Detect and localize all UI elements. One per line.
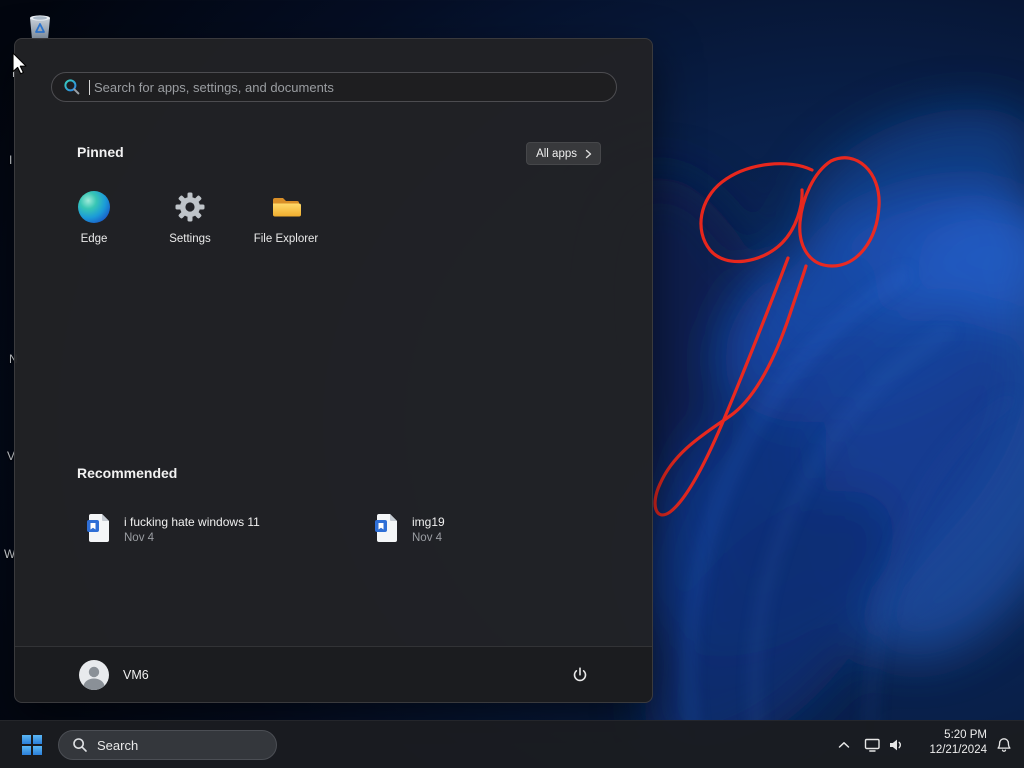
taskbar-search[interactable]: Search — [58, 730, 277, 760]
recommended-item[interactable]: img19 Nov 4 — [371, 507, 659, 550]
recommended-item-date: Nov 4 — [412, 532, 443, 544]
start-button[interactable] — [12, 725, 52, 765]
taskbar-search-label: Search — [97, 737, 139, 753]
clock-time: 5:20 PM — [944, 729, 987, 741]
taskbar: Search 5:20 PM 12/21/2024 — [0, 720, 1024, 768]
start-menu: Pinned All apps Edge — [14, 38, 653, 703]
recommended-item-title: i fucking hate windows 11 — [124, 515, 260, 529]
edge-icon — [78, 191, 110, 223]
all-apps-button[interactable]: All apps — [526, 142, 601, 165]
power-button[interactable] — [566, 661, 594, 689]
file-explorer-icon — [273, 198, 301, 217]
desktop: F I N V W Pinned All apps — [0, 0, 1024, 768]
recommended-section-title: Recommended — [77, 465, 178, 481]
all-apps-label: All apps — [536, 147, 577, 160]
notifications-button[interactable] — [990, 731, 1018, 759]
start-search-box[interactable] — [51, 72, 617, 102]
tray-overflow-button[interactable] — [830, 731, 858, 759]
user-avatar — [79, 660, 109, 690]
recommended-item[interactable]: i fucking hate windows 11 Nov 4 — [83, 507, 371, 550]
text-caret — [89, 79, 90, 95]
notification-bell-icon — [997, 738, 1011, 752]
power-icon — [573, 667, 587, 682]
pinned-app-edge[interactable]: Edge — [46, 185, 142, 245]
recommended-grid: i fucking hate windows 11 Nov 4 img19 No… — [83, 507, 659, 550]
pinned-section-title: Pinned — [77, 144, 124, 160]
document-icon — [375, 514, 397, 542]
chevron-up-icon — [838, 742, 850, 748]
user-profile-button[interactable]: VM6 — [79, 660, 149, 690]
display-tray-icon — [864, 738, 880, 752]
search-icon — [64, 79, 80, 95]
desktop-icon-label-fragment: I — [9, 153, 13, 167]
pinned-app-label: Edge — [80, 233, 108, 245]
windows-start-icon — [22, 735, 42, 755]
pinned-apps-grid: Edge Settings File Explorer — [46, 185, 334, 245]
clock-date: 12/21/2024 — [929, 743, 987, 756]
search-icon — [73, 738, 87, 752]
settings-gear-icon — [175, 192, 205, 222]
chevron-right-icon — [585, 149, 592, 158]
pinned-app-label: Settings — [169, 233, 211, 245]
document-icon — [87, 514, 109, 542]
recommended-item-title: img19 — [412, 515, 445, 529]
start-search-input[interactable] — [94, 79, 605, 95]
recommended-item-date: Nov 4 — [124, 532, 155, 544]
pinned-app-settings[interactable]: Settings — [142, 185, 238, 245]
pinned-app-label: File Explorer — [253, 233, 319, 245]
start-user-bar: VM6 — [15, 646, 652, 702]
pinned-app-file-explorer[interactable]: File Explorer — [238, 185, 334, 245]
taskbar-clock[interactable]: 5:20 PM 12/21/2024 — [901, 728, 987, 758]
user-name: VM6 — [123, 668, 149, 682]
